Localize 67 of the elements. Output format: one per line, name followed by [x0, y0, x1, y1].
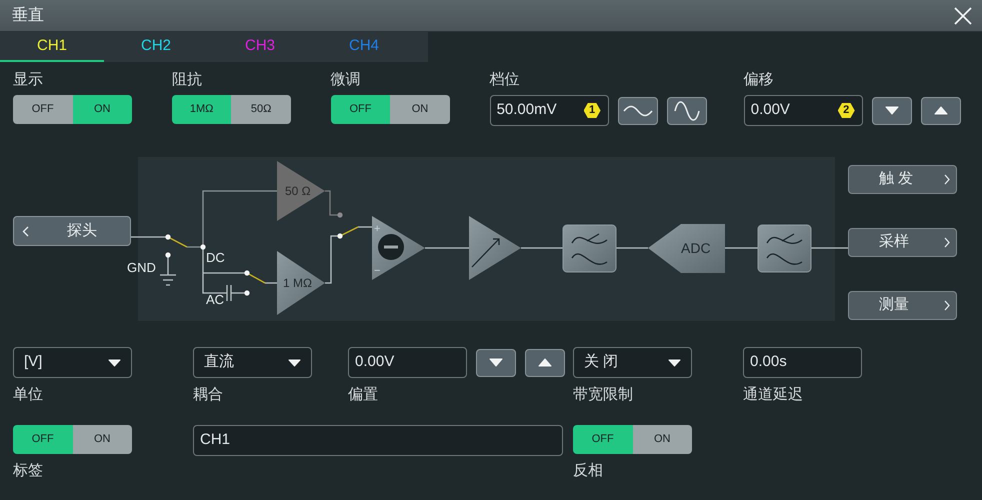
- dropdown[interactable]: 关 闭: [573, 347, 692, 378]
- adc-label: ADC: [681, 240, 711, 256]
- icon-button[interactable]: [920, 96, 961, 124]
- icon-button[interactable]: [525, 348, 565, 376]
- amplifier-label: 1 MΩ: [283, 276, 312, 290]
- window-title: 垂直: [12, 6, 44, 26]
- chevron-right-icon: [944, 300, 950, 311]
- toggle-option[interactable]: ON: [632, 425, 692, 454]
- toggle-option[interactable]: 1MΩ: [172, 95, 232, 124]
- close-icon[interactable]: [954, 6, 972, 24]
- icon-button[interactable]: [666, 96, 707, 124]
- field-label: 通道延迟: [743, 386, 804, 404]
- dropdown[interactable]: [V]: [13, 347, 132, 378]
- field-label: 偏置: [348, 386, 379, 404]
- sine-wave-icon: [674, 100, 700, 120]
- icon-button[interactable]: [872, 96, 912, 124]
- value-field[interactable]: 0.00V: [348, 347, 467, 378]
- caret-icon: [668, 358, 681, 366]
- field-label: 微调: [330, 71, 362, 89]
- toggle-option[interactable]: OFF: [13, 425, 72, 454]
- field-label: 档位: [490, 71, 521, 89]
- value-field[interactable]: 0.00V 2: [744, 95, 863, 126]
- field-label: 标签: [13, 462, 44, 480]
- toggle-option[interactable]: OFF: [13, 95, 72, 124]
- menu-button[interactable]: 采样: [848, 228, 957, 257]
- menu-button[interactable]: 触 发: [848, 165, 957, 194]
- caret-icon: [288, 358, 301, 366]
- toggle-option[interactable]: 50Ω: [231, 95, 291, 124]
- chevron-left-icon: [22, 226, 29, 236]
- down-triangle-icon: [489, 358, 503, 367]
- menu-button[interactable]: 测量: [848, 291, 957, 320]
- field-label: 单位: [13, 386, 44, 404]
- toggle-option[interactable]: ON: [72, 425, 132, 454]
- value-field[interactable]: 0.00s: [743, 347, 862, 378]
- probe-button[interactable]: 探头: [13, 216, 131, 246]
- icon-button[interactable]: [476, 348, 516, 376]
- number-badge: 1: [584, 103, 601, 118]
- value-field[interactable]: 50.00mV 1: [490, 95, 609, 126]
- caret-icon: [108, 358, 121, 366]
- field-label: 反相: [573, 462, 604, 480]
- down-triangle-icon: [884, 106, 899, 115]
- channel-tab[interactable]: CH2: [104, 32, 208, 62]
- sine-wave-icon: [622, 104, 653, 116]
- icon-button[interactable]: [618, 96, 658, 124]
- up-triangle-icon: [538, 358, 552, 367]
- circuit-label: AC: [206, 292, 224, 307]
- dropdown[interactable]: 直流: [193, 347, 312, 378]
- circuit-label: GND: [127, 260, 156, 275]
- field-label: 耦合: [193, 386, 224, 404]
- channel-tab[interactable]: CH1: [0, 32, 104, 62]
- value-field[interactable]: CH1: [193, 425, 563, 456]
- input-sign: −: [374, 265, 380, 277]
- field-label: 带宽限制: [573, 386, 634, 404]
- up-triangle-icon: [934, 106, 948, 115]
- toggle-option[interactable]: ON: [72, 95, 132, 124]
- field-label: 偏移: [744, 71, 775, 89]
- number-badge: 2: [838, 103, 855, 118]
- input-sign: +: [374, 223, 380, 235]
- circuit-label: DC: [206, 250, 225, 265]
- field-label: 阻抗: [172, 71, 203, 89]
- toggle-option[interactable]: OFF: [330, 95, 390, 124]
- field-label: 显示: [13, 71, 44, 89]
- chevron-right-icon: [944, 174, 950, 185]
- chevron-right-icon: [944, 237, 950, 248]
- amplifier-label: 50 Ω: [285, 184, 311, 198]
- toggle-option[interactable]: ON: [390, 95, 450, 124]
- toggle-option[interactable]: OFF: [573, 425, 632, 454]
